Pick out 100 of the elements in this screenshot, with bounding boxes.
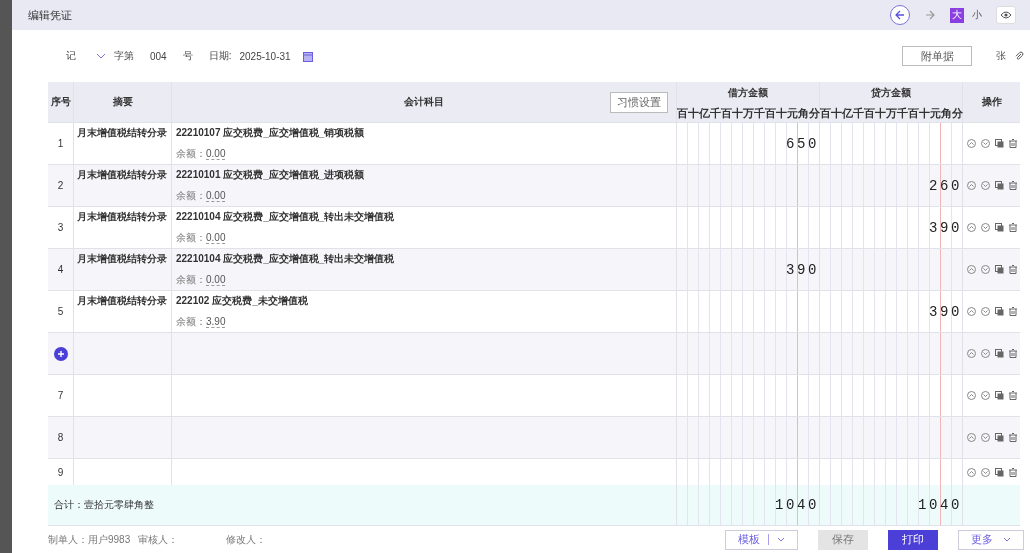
voucher-number[interactable]: 004 [150,50,167,62]
summary-text[interactable]: 月末增值税结转分录 [74,123,167,140]
size-toggle[interactable]: 小 [970,7,984,23]
copy-icon[interactable] [994,467,1004,477]
eye-button[interactable] [996,6,1016,24]
balance-link[interactable]: 0.00 [206,232,226,244]
account-text[interactable]: 22210101 应交税费_应交增值税_进项税额 [176,168,365,182]
digit-unit: 百 [676,106,688,119]
trash-icon[interactable] [1008,349,1017,358]
row-number: 8 [57,432,64,443]
circle-up-icon[interactable] [966,181,976,190]
column-header: 贷方金额 [871,85,911,100]
trash-icon[interactable] [1008,391,1017,400]
digit-unit: 百 [863,106,875,119]
digit-unit: 角 [797,106,809,119]
copy-icon[interactable] [994,433,1004,442]
copy-icon[interactable] [994,181,1004,190]
summary-text[interactable]: 月末增值税结转分录 [74,207,167,224]
digit-unit: 千 [709,106,721,119]
column-header: 操作 [980,95,1003,109]
copy-icon[interactable] [994,349,1004,358]
row-number: 4 [57,264,64,275]
trash-icon[interactable] [1008,307,1017,316]
balance-link[interactable]: 3.90 [206,316,226,328]
circle-up-icon[interactable] [966,467,976,477]
summary-text[interactable]: 月末增值税结转分录 [74,249,167,266]
row-number: 5 [57,306,64,317]
digit-unit: 亿 [841,106,853,119]
copy-icon[interactable] [994,307,1004,316]
digit-unit: 元 [929,106,941,119]
column-header: 摘要 [112,95,133,109]
caret-icon[interactable] [1003,537,1011,542]
circle-up-icon[interactable] [966,265,976,274]
account-text[interactable]: 22210107 应交税费_应交增值税_销项税额 [176,126,365,140]
circle-up-icon[interactable] [966,349,976,358]
digit-unit: 十 [775,106,787,119]
trash-icon[interactable] [1008,181,1017,190]
balance-label: 余额： [176,316,206,327]
trash-icon[interactable] [1008,265,1017,274]
copy-icon[interactable] [994,391,1004,400]
circle-up-icon[interactable] [966,307,976,316]
circle-up-icon[interactable] [966,433,976,442]
trash-icon[interactable] [1008,433,1017,442]
circle-down-icon[interactable] [980,467,990,477]
column-header: 序号 [48,82,74,122]
attachments-unit: 张 [996,49,1006,63]
add-row-icon[interactable] [53,346,68,361]
circle-down-icon[interactable] [980,223,990,232]
circle-up-icon[interactable] [966,223,976,232]
word-label: 字第 [114,49,134,63]
date-field[interactable]: 2025-10-31 [239,50,291,62]
digit-unit: 角 [940,106,952,119]
circle-down-icon[interactable] [980,139,990,148]
digit-unit: 百 [907,106,919,119]
attachments-field[interactable]: 附单据 [902,46,972,66]
digit-unit: 十 [731,106,743,119]
settings-button[interactable]: 习惯设置 [610,92,668,113]
trash-icon[interactable] [1008,139,1017,148]
row-number: 9 [57,466,64,478]
circle-down-icon[interactable] [980,181,990,190]
copy-icon[interactable] [994,139,1004,148]
account-text[interactable]: 22210104 应交税费_应交增值税_转出未交增值税 [176,210,395,224]
print-button[interactable]: 打印 [888,529,938,550]
balance-link[interactable]: 0.00 [206,274,226,286]
digit-unit: 元 [786,106,798,119]
digit-unit: 十 [687,106,699,119]
template-button[interactable]: 模板 [725,529,798,550]
more-button[interactable]: 更多 [958,529,1024,550]
calendar-icon[interactable] [302,50,313,62]
account-text[interactable]: 22210104 应交税费_应交增值税_转出未交增值税 [176,252,395,266]
caret-icon[interactable] [96,53,106,59]
copy-icon[interactable] [994,223,1004,232]
circle-down-icon[interactable] [980,349,990,358]
circle-up-icon[interactable] [966,391,976,400]
caret-icon[interactable] [777,537,785,542]
total-text: 合计：壹拾元零肆角整 [54,498,154,512]
trash-icon[interactable] [1008,223,1017,232]
signature-field: 制单人：用户9983 [48,532,131,547]
summary-text[interactable]: 月末增值税结转分录 [74,291,167,308]
forward-arrow-icon[interactable] [924,9,936,21]
summary-text[interactable]: 月末增值税结转分录 [74,165,167,182]
eye-icon[interactable] [1000,10,1012,20]
circle-down-icon[interactable] [980,265,990,274]
trash-icon[interactable] [1008,467,1017,477]
balance-link[interactable]: 0.00 [206,148,226,160]
signature-field: 修改人： [226,532,267,547]
circle-up-icon[interactable] [966,139,976,148]
size-toggle[interactable]: 大 [950,7,964,23]
account-text[interactable]: 222102 应交税费_未交增值税 [176,294,308,308]
paperclip-icon[interactable] [1014,51,1024,61]
balance-link[interactable]: 0.00 [206,190,226,202]
row-number: 1 [57,138,64,149]
copy-icon[interactable] [994,265,1004,274]
circle-down-icon[interactable] [980,307,990,316]
circle-down-icon[interactable] [980,433,990,442]
digit-unit: 万 [885,106,897,119]
circle-down-icon[interactable] [980,391,990,400]
digit-unit: 百 [764,106,776,119]
digit-unit: 十 [830,106,842,119]
voucher-type[interactable]: 记 [66,49,76,63]
